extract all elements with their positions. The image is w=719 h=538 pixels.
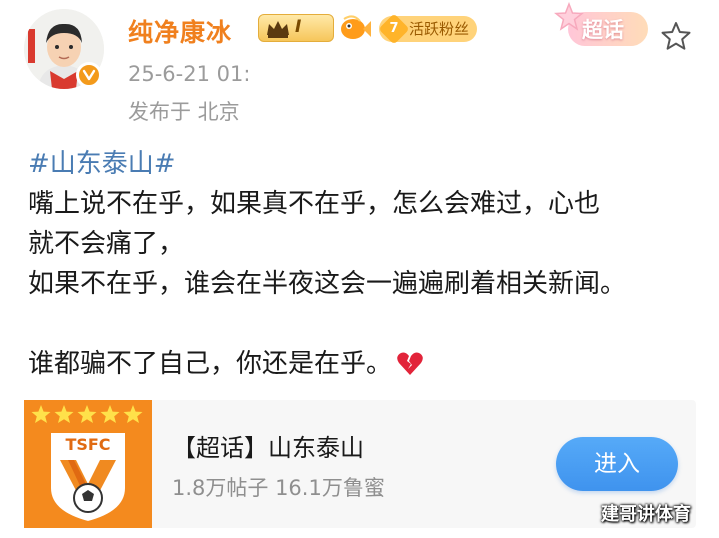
fan-badge[interactable]: 7 活跃粉丝 bbox=[378, 13, 478, 45]
chaohua-card[interactable]: TSFC 【超话】山东泰山 1.8万帖子 16.1万鲁蜜 进入 bbox=[24, 400, 696, 528]
hashtag-link[interactable]: #山东泰山# bbox=[28, 144, 708, 184]
post-line: 谁都骗不了自己，你还是在乎。 bbox=[28, 349, 393, 379]
star-decoration-icon bbox=[554, 2, 584, 31]
logo-text: TSFC bbox=[65, 435, 110, 454]
join-button[interactable]: 进入 bbox=[556, 437, 678, 491]
post-line: 就不会痛了， bbox=[28, 229, 185, 259]
watermark: 建哥讲体育 bbox=[601, 504, 691, 525]
post-content: #山东泰山# 嘴上说不在乎，如果真不在乎，怎么会难过，心也 就不会痛了， 如果不… bbox=[28, 144, 708, 384]
post-timestamp: 25-6-21 01: bbox=[128, 62, 251, 86]
tsfc-crest-icon: TSFC bbox=[49, 431, 127, 524]
chaohua-stats: 1.8万帖子 16.1万鲁蜜 bbox=[172, 476, 385, 500]
chaohua-label: 超话 bbox=[582, 18, 624, 42]
post-line: 如果不在乎，谁会在半夜这会一遍遍刷着相关新闻。 bbox=[28, 269, 627, 299]
fan-badge-label: 活跃粉丝 bbox=[409, 20, 470, 38]
team-logo: TSFC bbox=[24, 400, 152, 528]
crown-icon bbox=[267, 21, 289, 38]
user-level-badge[interactable]: I bbox=[258, 14, 334, 42]
broken-heart-icon bbox=[397, 352, 423, 375]
user-level-number: I bbox=[295, 17, 302, 37]
verified-badge-icon bbox=[76, 62, 102, 88]
chaohua-tag[interactable]: 超话 bbox=[554, 2, 648, 50]
fish-icon[interactable] bbox=[338, 13, 372, 43]
post-line: 嘴上说不在乎，如果真不在乎，怎么会难过，心也 bbox=[28, 189, 601, 219]
username[interactable]: 纯净康冰 bbox=[128, 13, 232, 49]
chaohua-title[interactable]: 【超话】山东泰山 bbox=[172, 428, 364, 463]
stars-icon bbox=[31, 405, 143, 423]
post-line bbox=[28, 304, 708, 344]
post-location: 发布于 北京 bbox=[128, 100, 240, 124]
star-outline-icon[interactable] bbox=[660, 20, 692, 52]
post-last-line: 谁都骗不了自己，你还是在乎。 bbox=[28, 344, 708, 384]
fan-level-icon: 7 bbox=[378, 13, 410, 45]
